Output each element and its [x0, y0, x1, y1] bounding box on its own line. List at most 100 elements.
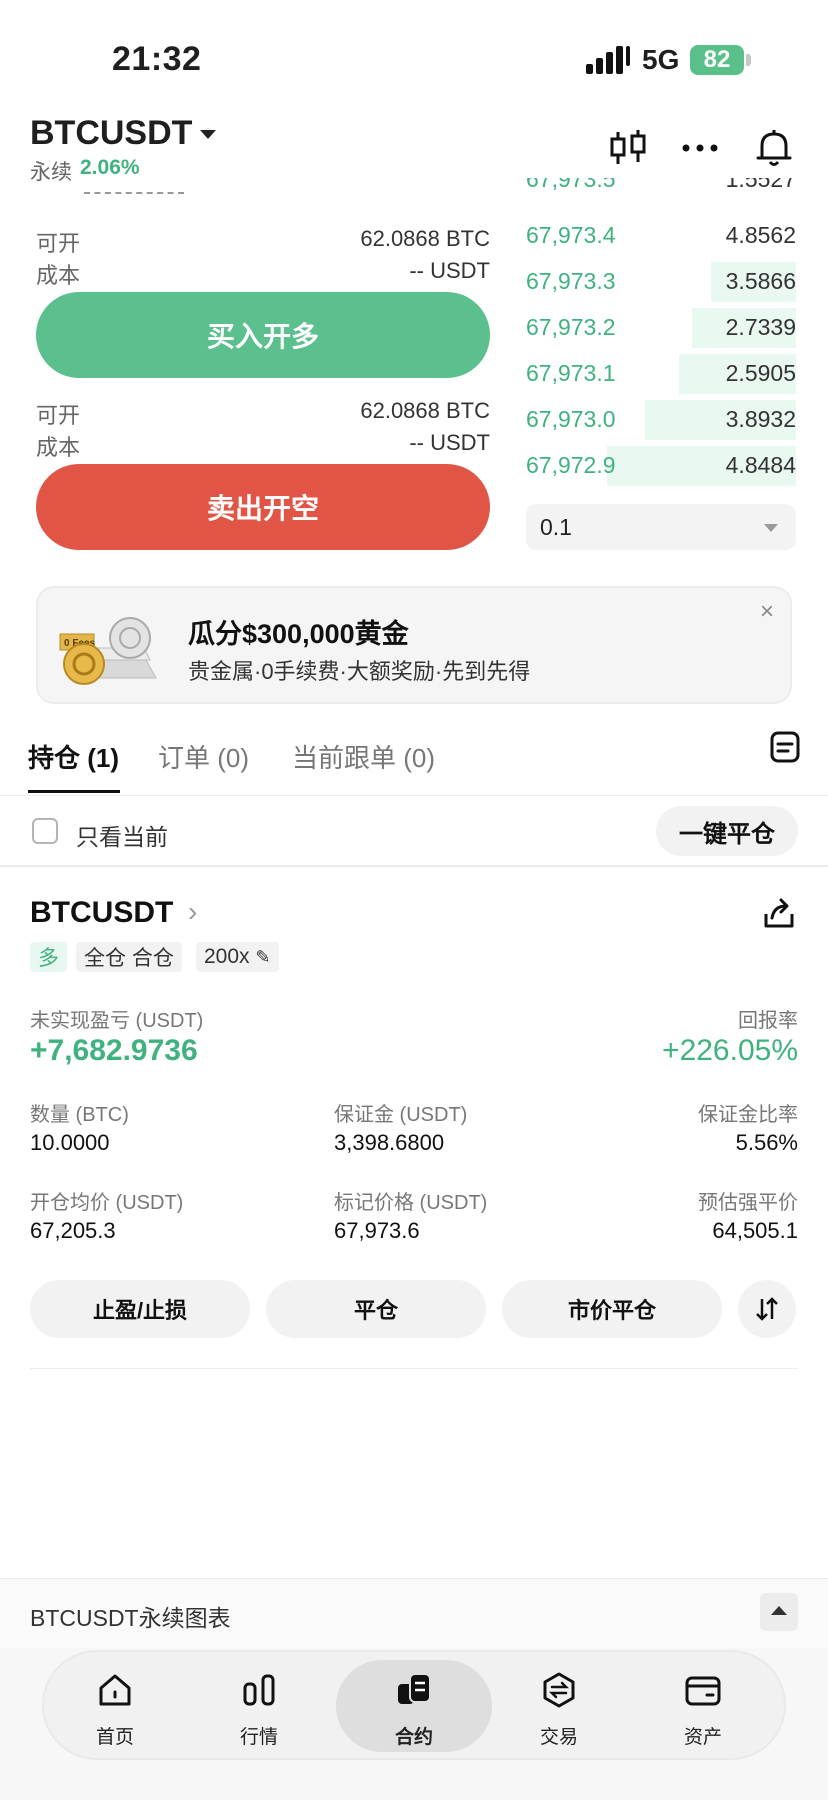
close-position-button[interactable]: 平仓 [266, 1280, 486, 1338]
chevron-right-icon[interactable]: › [188, 896, 197, 928]
quantity-select[interactable]: 0.1 [526, 504, 796, 550]
margin-label: 保证金 (USDT) [334, 1104, 468, 1126]
tab-orders[interactable]: 订单 (0) [158, 738, 249, 775]
nav-item-market[interactable]: 行情 [204, 1652, 314, 1762]
bell-icon[interactable] [752, 126, 796, 170]
edit-icon: ✎ [255, 946, 271, 967]
symbol-dropdown-icon[interactable] [200, 130, 216, 139]
sell-available-label: 可开 [36, 403, 81, 428]
liq-price-label: 预估强平价 [698, 1192, 798, 1214]
chart-bar-label: BTCUSDT永续图表 [30, 1605, 231, 1631]
nav-item-trade[interactable]: 交易 [504, 1652, 614, 1762]
close-all-button[interactable]: 一键平仓 [656, 806, 798, 856]
buy-available-value: 62.0868 BTC [360, 226, 490, 251]
sell-short-button[interactable]: 卖出开空 [36, 464, 490, 550]
tp-sl-button[interactable]: 止盈/止损 [30, 1280, 250, 1338]
nav-item-futures[interactable]: 合约 [359, 1652, 469, 1762]
orderbook-row[interactable]: 67,973.3 3.5866 [526, 262, 796, 302]
mark-price-value: 67,973.6 [334, 1218, 420, 1243]
unrealized-pnl-label: 未实现盈亏 (USDT) [30, 1010, 204, 1032]
nav-label: 交易 [539, 1727, 578, 1748]
tab-positions[interactable]: 持仓 (1) [28, 738, 119, 775]
nav-label: 合约 [394, 1727, 433, 1748]
orderbook-price: 67,973.4 [526, 222, 616, 248]
scrolled-divider [84, 192, 184, 194]
orderbook-price: 67,973.2 [526, 314, 616, 340]
orderbook-partial-qty: 1.5527 [725, 178, 796, 192]
roe-label: 回报率 [738, 1010, 798, 1032]
bottom-nav: 首页 行情 合约 交易 资产 [42, 1650, 786, 1760]
symbol-title[interactable]: BTCUSDT [30, 114, 192, 153]
size-value: 10.0000 [30, 1130, 110, 1155]
home-icon [99, 1674, 131, 1706]
leverage-badge[interactable]: 200x ✎ [196, 942, 279, 972]
margin-mode-badge: 全仓 合仓 [76, 942, 182, 972]
buy-cost-value: -- USDT [409, 258, 490, 283]
status-time: 21:32 [112, 40, 202, 78]
leverage-value: 200x [204, 945, 250, 968]
orderbook-row[interactable]: 67,973.2 2.7339 [526, 308, 796, 348]
quantity-select-value: 0.1 [540, 514, 572, 540]
only-current-checkbox[interactable] [32, 818, 58, 844]
chevron-up-icon[interactable] [760, 1593, 798, 1631]
reverse-position-button[interactable] [738, 1280, 796, 1338]
futures-icon [398, 1673, 431, 1704]
candlestick-chart-icon[interactable] [606, 126, 650, 170]
more-icon[interactable] [678, 126, 722, 170]
market-close-button[interactable]: 市价平仓 [502, 1280, 722, 1338]
margin-ratio-label: 保证金比率 [698, 1104, 798, 1126]
roe-value: +226.05% [662, 1034, 798, 1067]
network-type: 5G [642, 44, 680, 75]
orderbook-qty: 4.8562 [725, 222, 796, 248]
trade-icon [543, 1672, 575, 1708]
market-icon [243, 1674, 275, 1706]
nav-label: 资产 [683, 1727, 722, 1748]
swap-icon [756, 1297, 778, 1321]
wallet-icon [685, 1676, 721, 1706]
orderbook-row[interactable]: 67,973.1 2.5905 [526, 354, 796, 394]
buy-available-label: 可开 [36, 231, 81, 256]
orderbook-qty: 4.8484 [725, 452, 796, 478]
banner-title: 瓜分$300,000黄金 [188, 619, 409, 649]
battery-level: 82 [703, 46, 731, 73]
orderbook-price: 67,973.3 [526, 268, 616, 294]
document-icon[interactable] [768, 730, 802, 764]
tab-active-indicator [28, 790, 120, 793]
orderbook-row[interactable]: 67,973.0 3.8932 [526, 400, 796, 440]
nav-item-assets[interactable]: 资产 [648, 1652, 758, 1762]
contract-type: 永续 [30, 161, 72, 184]
unrealized-pnl-value: +7,682.9736 [30, 1034, 198, 1067]
nav-label: 行情 [239, 1727, 278, 1748]
share-icon[interactable] [762, 896, 796, 930]
buy-cost-row: 成本 -- USDT [36, 258, 490, 288]
sell-available-row: 可开 62.0868 BTC [36, 398, 490, 428]
banner-subtitle: 贵金属·0手续费·大额奖励·先到先得 [188, 659, 531, 684]
tab-copy-trading[interactable]: 当前跟单 (0) [292, 738, 435, 775]
signal-icon [586, 46, 630, 74]
orderbook-row[interactable]: 67,973.4 4.8562 [526, 216, 796, 256]
sell-cost-row: 成本 -- USDT [36, 430, 490, 460]
sell-cost-label: 成本 [36, 435, 81, 460]
position-symbol[interactable]: BTCUSDT [30, 896, 173, 930]
buy-cost-label: 成本 [36, 263, 81, 288]
buy-available-row: 可开 62.0868 BTC [36, 226, 490, 256]
only-current-label[interactable]: 只看当前 [76, 818, 168, 852]
promo-banner[interactable]: 0 Fees 瓜分$300,000黄金 贵金属·0手续费·大额奖励·先到先得 × [36, 586, 792, 704]
chart-toggle-bar[interactable]: BTCUSDT永续图表 [0, 1578, 828, 1648]
mark-price-label: 标记价格 (USDT) [334, 1192, 488, 1214]
nav-item-home[interactable]: 首页 [60, 1652, 170, 1762]
orderbook-price: 67,973.1 [526, 360, 616, 386]
margin-value: 3,398.6800 [334, 1130, 445, 1155]
chevron-down-icon [764, 524, 778, 532]
orderbook-qty: 2.7339 [725, 314, 796, 340]
divider [0, 865, 828, 867]
orderbook-qty: 3.8932 [725, 406, 796, 432]
gold-bars-icon: 0 Fees [59, 617, 157, 685]
divider [30, 1368, 798, 1369]
orderbook-partial-row: 67,973.5 1.5527 [526, 178, 796, 200]
orderbook-qty: 3.5866 [725, 268, 796, 294]
orderbook-row[interactable]: 67,972.9 4.8484 [526, 446, 796, 486]
battery-indicator: 82 [690, 45, 744, 75]
close-icon[interactable]: × [760, 598, 774, 626]
buy-long-button[interactable]: 买入开多 [36, 292, 490, 378]
